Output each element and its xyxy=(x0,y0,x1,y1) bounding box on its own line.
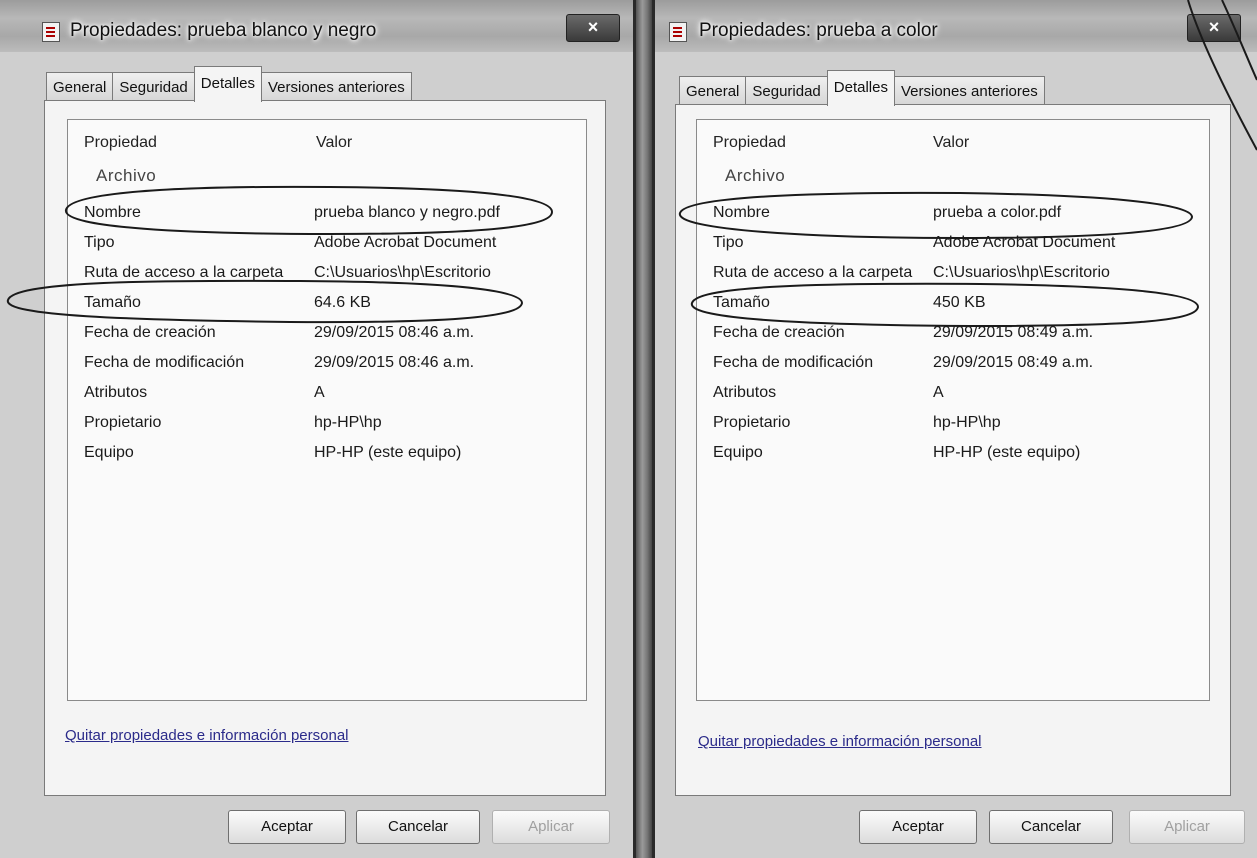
list-item[interactable]: Ruta de acceso a la carpeta C:\Usuarios\… xyxy=(697,264,1209,292)
list-item[interactable]: Atributos A xyxy=(697,384,1209,412)
list-item[interactable]: Equipo HP-HP (este equipo) xyxy=(697,444,1209,472)
property-value: 450 KB xyxy=(933,294,986,311)
property-value: prueba a color.pdf xyxy=(933,204,1062,221)
property-value: 29/09/2015 08:49 a.m. xyxy=(933,354,1094,371)
list-item[interactable]: Fecha de modificación 29/09/2015 08:46 a… xyxy=(68,354,586,382)
property-name: Fecha de modificación xyxy=(713,354,874,371)
details-panel: Propiedad Valor Archivo Nombre prueba bl… xyxy=(44,100,606,796)
list-item[interactable]: Fecha de creación 29/09/2015 08:46 a.m. xyxy=(68,324,586,352)
dialog-title: Propiedades: prueba blanco y negro xyxy=(70,20,377,41)
property-name: Nombre xyxy=(84,204,141,221)
properties-dialog-left: Propiedades: prueba blanco y negro × Gen… xyxy=(0,0,636,858)
tab-strip: General Seguridad Detalles Versiones ant… xyxy=(679,70,1045,106)
dialog-title: Propiedades: prueba a color xyxy=(699,20,938,41)
tab-versiones-anteriores[interactable]: Versiones anteriores xyxy=(260,72,412,102)
tab-detalles[interactable]: Detalles xyxy=(193,66,262,102)
property-value: C:\Usuarios\hp\Escritorio xyxy=(314,264,491,281)
tab-general[interactable]: General xyxy=(679,76,747,106)
list-item[interactable]: Propietario hp-HP\hp xyxy=(697,414,1209,442)
property-value: 29/09/2015 08:49 a.m. xyxy=(933,324,1094,341)
property-name: Ruta de acceso a la carpeta xyxy=(84,264,284,281)
property-name: Fecha de modificación xyxy=(84,354,245,371)
property-value: 29/09/2015 08:46 a.m. xyxy=(314,354,475,371)
column-header-value[interactable]: Valor xyxy=(316,134,352,152)
title-bar[interactable]: Propiedades: prueba a color × xyxy=(655,0,1257,52)
list-item[interactable]: Tipo Adobe Acrobat Document xyxy=(697,234,1209,262)
group-header: Archivo xyxy=(96,166,157,185)
property-value: 29/09/2015 08:46 a.m. xyxy=(314,324,475,341)
property-name: Fecha de creación xyxy=(713,324,845,341)
list-item[interactable]: Propietario hp-HP\hp xyxy=(68,414,586,442)
list-item[interactable]: Tamaño 450 KB xyxy=(697,294,1209,322)
apply-button[interactable]: Aplicar xyxy=(492,810,610,844)
property-name: Tamaño xyxy=(84,294,141,311)
property-name: Atributos xyxy=(84,384,148,401)
list-item[interactable]: Tipo Adobe Acrobat Document xyxy=(68,234,586,262)
group-header: Archivo xyxy=(725,166,786,185)
property-name: Tamaño xyxy=(713,294,770,311)
list-item[interactable]: Tamaño 64.6 KB xyxy=(68,294,586,322)
pdf-file-icon xyxy=(669,22,687,42)
property-value: hp-HP\hp xyxy=(933,414,1001,431)
title-bar[interactable]: Propiedades: prueba blanco y negro × xyxy=(0,0,633,52)
list-item[interactable]: Ruta de acceso a la carpeta C:\Usuarios\… xyxy=(68,264,586,292)
list-item[interactable]: Fecha de creación 29/09/2015 08:49 a.m. xyxy=(697,324,1209,352)
list-item[interactable]: Equipo HP-HP (este equipo) xyxy=(68,444,586,472)
property-name: Propietario xyxy=(713,414,791,431)
list-item[interactable]: Atributos A xyxy=(68,384,586,412)
column-header-property[interactable]: Propiedad xyxy=(713,134,786,152)
list-item[interactable]: Fecha de modificación 29/09/2015 08:49 a… xyxy=(697,354,1209,382)
properties-list[interactable]: Propiedad Valor Archivo Nombre prueba bl… xyxy=(67,119,587,701)
close-button[interactable]: × xyxy=(1187,14,1241,42)
ok-button[interactable]: Aceptar xyxy=(859,810,977,844)
property-value: prueba blanco y negro.pdf xyxy=(314,204,500,221)
tab-seguridad[interactable]: Seguridad xyxy=(745,76,828,106)
column-header-value[interactable]: Valor xyxy=(933,134,969,152)
details-panel: Propiedad Valor Archivo Nombre prueba a … xyxy=(675,104,1231,796)
property-name: Equipo xyxy=(713,444,763,461)
properties-dialog-right: Propiedades: prueba a color × General Se… xyxy=(652,0,1257,858)
property-name: Fecha de creación xyxy=(84,324,216,341)
property-name: Tipo xyxy=(84,234,115,251)
tab-general[interactable]: General xyxy=(46,72,114,102)
property-value: HP-HP (este equipo) xyxy=(933,444,1081,461)
property-value: Adobe Acrobat Document xyxy=(933,234,1116,251)
property-value: HP-HP (este equipo) xyxy=(314,444,462,461)
property-name: Tipo xyxy=(713,234,744,251)
list-item[interactable]: Nombre prueba blanco y negro.pdf xyxy=(68,204,586,232)
tab-versiones-anteriores[interactable]: Versiones anteriores xyxy=(893,76,1045,106)
apply-button[interactable]: Aplicar xyxy=(1129,810,1245,844)
pdf-file-icon xyxy=(42,22,60,42)
tab-seguridad[interactable]: Seguridad xyxy=(112,72,195,102)
property-value: C:\Usuarios\hp\Escritorio xyxy=(933,264,1110,281)
property-name: Nombre xyxy=(713,204,770,221)
property-value: A xyxy=(933,384,944,401)
close-button[interactable]: × xyxy=(566,14,620,42)
tab-detalles[interactable]: Detalles xyxy=(826,70,895,106)
ok-button[interactable]: Aceptar xyxy=(228,810,346,844)
property-name: Propietario xyxy=(84,414,162,431)
property-name: Ruta de acceso a la carpeta xyxy=(713,264,913,281)
property-value: 64.6 KB xyxy=(314,294,371,311)
remove-properties-link[interactable]: Quitar propiedades e información persona… xyxy=(698,733,982,750)
column-header-property[interactable]: Propiedad xyxy=(84,134,157,152)
property-name: Atributos xyxy=(713,384,777,401)
window-separator xyxy=(636,0,652,858)
remove-properties-link[interactable]: Quitar propiedades e información persona… xyxy=(65,727,349,744)
property-value: A xyxy=(314,384,325,401)
property-value: Adobe Acrobat Document xyxy=(314,234,497,251)
property-value: hp-HP\hp xyxy=(314,414,382,431)
cancel-button[interactable]: Cancelar xyxy=(356,810,480,844)
properties-list[interactable]: Propiedad Valor Archivo Nombre prueba a … xyxy=(696,119,1210,701)
property-name: Equipo xyxy=(84,444,134,461)
tab-strip: General Seguridad Detalles Versiones ant… xyxy=(46,66,412,102)
list-item[interactable]: Nombre prueba a color.pdf xyxy=(697,204,1209,232)
cancel-button[interactable]: Cancelar xyxy=(989,810,1113,844)
